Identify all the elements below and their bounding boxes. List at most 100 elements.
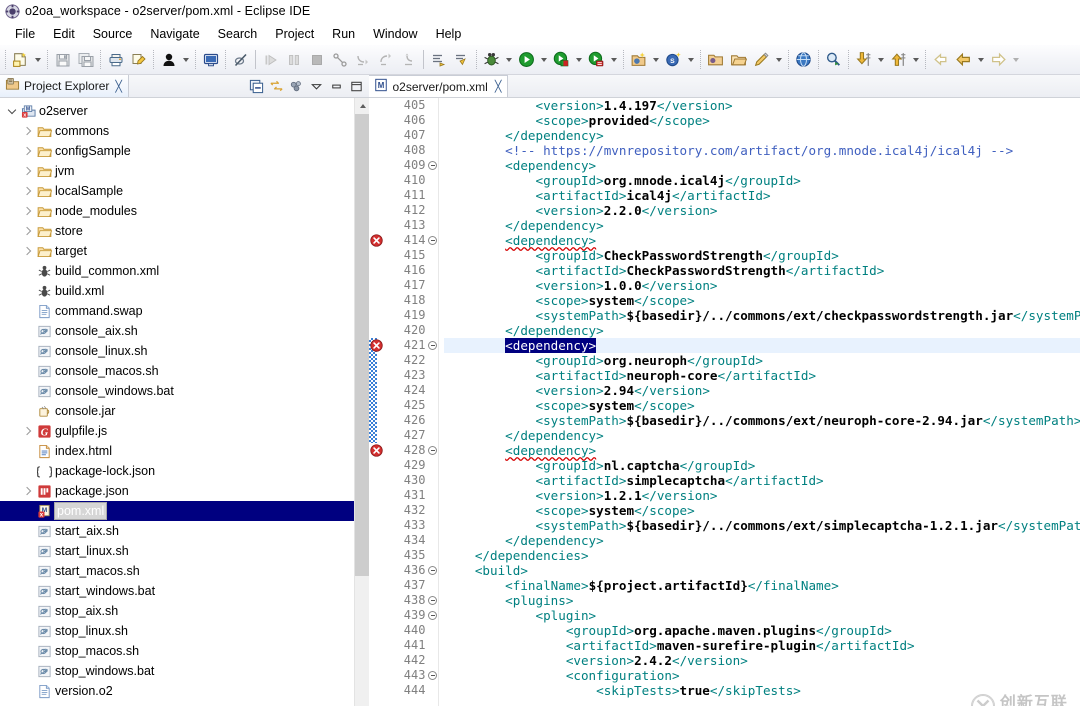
view-menu-filters-icon[interactable]: [287, 77, 306, 96]
menu-source[interactable]: Source: [84, 24, 142, 44]
debug-dropdown-icon[interactable]: [503, 48, 515, 71]
menu-navigate[interactable]: Navigate: [141, 24, 208, 44]
menu-search[interactable]: Search: [209, 24, 267, 44]
project-tree[interactable]: M xo2server commons configSample jvm loc…: [0, 98, 369, 706]
code-line[interactable]: </dependency>: [444, 128, 1080, 143]
code-line[interactable]: <version>1.0.0</version>: [444, 278, 1080, 293]
collapse-all-icon[interactable]: [247, 77, 266, 96]
print-icon[interactable]: [104, 48, 127, 71]
tree-item-build-common-xml[interactable]: build_common.xml: [0, 261, 369, 281]
minimize-view-icon[interactable]: [327, 77, 346, 96]
tree-item-start-linux-sh[interactable]: start_linux.sh: [0, 541, 369, 561]
tree-item-gulpfile-js[interactable]: Ggulpfile.js: [0, 421, 369, 441]
tree-item-command-swap[interactable]: command.swap: [0, 301, 369, 321]
tree-item-package-json[interactable]: package.json: [0, 481, 369, 501]
error-marker-icon[interactable]: [370, 339, 384, 353]
tab-pom-xml[interactable]: M o2server/pom.xml ╳: [369, 75, 508, 97]
tree-item-console-jar[interactable]: console.jar: [0, 401, 369, 421]
menu-window[interactable]: Window: [364, 24, 426, 44]
web-browser-icon[interactable]: [792, 48, 815, 71]
code-line[interactable]: <artifactId>ical4j</artifactId>: [444, 188, 1080, 203]
code-line[interactable]: <systemPath>${basedir}/../commons/ext/ch…: [444, 308, 1080, 323]
code-line[interactable]: <build>: [444, 563, 1080, 578]
tree-item-target[interactable]: target: [0, 241, 369, 261]
menu-run[interactable]: Run: [323, 24, 364, 44]
next-annotation-icon[interactable]: [427, 48, 450, 71]
tab-project-explorer[interactable]: Project Explorer ╳: [0, 75, 129, 97]
tree-item-stop-windows-bat[interactable]: stop_windows.bat: [0, 661, 369, 681]
code-line[interactable]: <finalName>${project.artifactId}</finalN…: [444, 578, 1080, 593]
code-line[interactable]: </dependency>: [444, 218, 1080, 233]
code-line[interactable]: <dependency>: [444, 158, 1080, 173]
chevron-right-icon[interactable]: [20, 123, 35, 139]
chevron-right-icon[interactable]: [20, 223, 35, 239]
code-line[interactable]: <scope>system</scope>: [444, 398, 1080, 413]
coverage-icon[interactable]: [550, 48, 573, 71]
tree-item-jvm[interactable]: jvm: [0, 161, 369, 181]
tree-item-localsample[interactable]: localSample: [0, 181, 369, 201]
code-line[interactable]: <artifactId>neuroph-core</artifactId>: [444, 368, 1080, 383]
new-wizard-icon[interactable]: [9, 48, 32, 71]
code-line[interactable]: <plugins>: [444, 593, 1080, 608]
chevron-down-icon[interactable]: [4, 103, 19, 119]
tree-item-configsample[interactable]: configSample: [0, 141, 369, 161]
new-java-project-dropdown-icon[interactable]: [650, 48, 662, 71]
new-annotation-icon[interactable]: [750, 48, 773, 71]
close-icon[interactable]: ╳: [115, 80, 122, 93]
tree-item-stop-aix-sh[interactable]: stop_aix.sh: [0, 601, 369, 621]
tree-item-console-macos-sh[interactable]: console_macos.sh: [0, 361, 369, 381]
folding-ruler[interactable]: [427, 98, 439, 706]
forward-left-icon[interactable]: [952, 48, 975, 71]
tree-item-console-windows-bat[interactable]: console_windows.bat: [0, 381, 369, 401]
tree-item-o2server[interactable]: M xo2server: [0, 101, 369, 121]
coverage-dropdown-icon[interactable]: [573, 48, 585, 71]
scrollbar-thumb[interactable]: [355, 114, 370, 576]
tree-item-pom-xml[interactable]: M xpom.xml: [0, 501, 369, 521]
previous-annotation-icon[interactable]: [450, 48, 473, 71]
code-line[interactable]: <systemPath>${basedir}/../commons/ext/si…: [444, 518, 1080, 533]
code-line[interactable]: <scope>system</scope>: [444, 293, 1080, 308]
tree-item-stop-macos-sh[interactable]: stop_macos.sh: [0, 641, 369, 661]
selected-text[interactable]: <dependency>: [505, 338, 596, 353]
menu-edit[interactable]: Edit: [44, 24, 84, 44]
skip-breakpoints-icon[interactable]: [229, 48, 252, 71]
maximize-view-icon[interactable]: [347, 77, 366, 96]
upload-icon[interactable]: [887, 48, 910, 71]
code-line[interactable]: </dependencies>: [444, 548, 1080, 563]
link-with-editor-icon[interactable]: [267, 77, 286, 96]
run-icon[interactable]: [515, 48, 538, 71]
code-line[interactable]: <version>2.94</version>: [444, 383, 1080, 398]
close-icon[interactable]: ╳: [495, 80, 502, 93]
code-line[interactable]: </dependency>: [444, 323, 1080, 338]
tree-item-console-aix-sh[interactable]: console_aix.sh: [0, 321, 369, 341]
tree-item-commons[interactable]: commons: [0, 121, 369, 141]
new-package-dropdown-icon[interactable]: [685, 48, 697, 71]
chevron-right-icon[interactable]: [20, 423, 35, 439]
external-tools-icon[interactable]: [585, 48, 608, 71]
code-line[interactable]: <skipTests>true</skipTests>: [444, 683, 1080, 698]
code-line[interactable]: <dependency>: [444, 233, 1080, 248]
code-line[interactable]: <artifactId>maven-surefire-plugin</artif…: [444, 638, 1080, 653]
scroll-up-icon[interactable]: [355, 98, 370, 114]
chevron-right-icon[interactable]: [20, 163, 35, 179]
chevron-right-icon[interactable]: [20, 243, 35, 259]
download-dropdown-icon[interactable]: [875, 48, 887, 71]
code-line[interactable]: </dependency>: [444, 428, 1080, 443]
code-line[interactable]: <artifactId>CheckPasswordStrength</artif…: [444, 263, 1080, 278]
code-line[interactable]: <scope>provided</scope>: [444, 113, 1080, 128]
console-icon[interactable]: [199, 48, 222, 71]
forward-dropdown-icon[interactable]: [1010, 48, 1022, 71]
debug-icon[interactable]: [480, 48, 503, 71]
user-icon[interactable]: [157, 48, 180, 71]
code-line[interactable]: <version>1.4.197</version>: [444, 98, 1080, 113]
search-icon[interactable]: [822, 48, 845, 71]
code-line[interactable]: <artifactId>simplecaptcha</artifactId>: [444, 473, 1080, 488]
tree-item-start-windows-bat[interactable]: start_windows.bat: [0, 581, 369, 601]
marker-bar[interactable]: [369, 98, 385, 706]
new-wizard-dropdown-icon[interactable]: [32, 48, 44, 71]
code-line[interactable]: <plugin>: [444, 608, 1080, 623]
tree-item-store[interactable]: store: [0, 221, 369, 241]
upload-dropdown-icon[interactable]: [910, 48, 922, 71]
tree-item-console-linux-sh[interactable]: console_linux.sh: [0, 341, 369, 361]
tree-item-version-o2[interactable]: version.o2: [0, 681, 369, 701]
